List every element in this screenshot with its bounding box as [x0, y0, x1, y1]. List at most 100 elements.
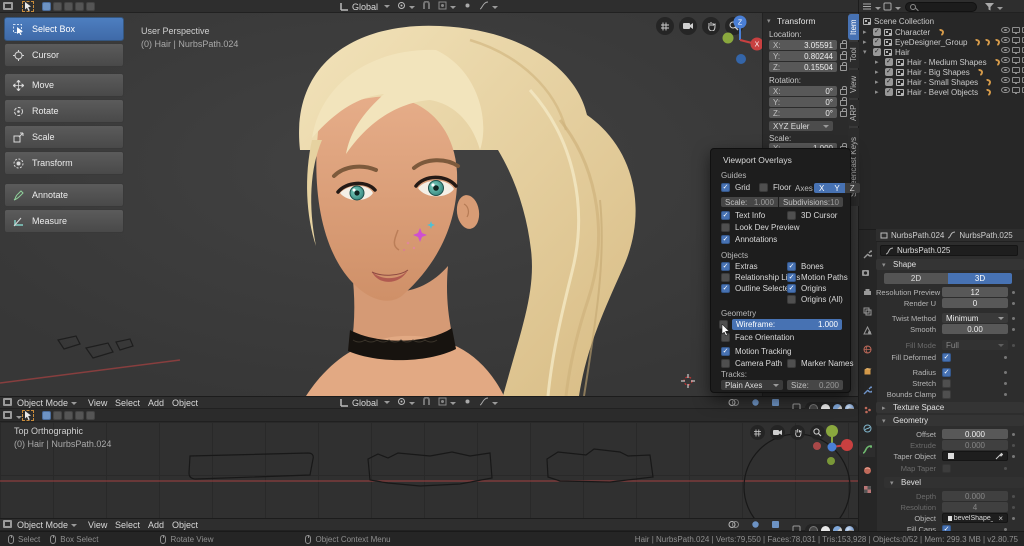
collection-checkbox[interactable]	[885, 78, 893, 86]
texture-space-section-header[interactable]: ▸Texture Space	[876, 402, 1024, 413]
disable-viewport-icon[interactable]	[1012, 47, 1020, 53]
menu-object[interactable]: Object	[172, 398, 198, 408]
outliner-display-mode-button[interactable]	[883, 2, 901, 13]
fill-mode-dropdown[interactable]: Full	[942, 340, 1008, 350]
select-mode-new[interactable]	[42, 411, 51, 420]
pivot-point-dropdown[interactable]	[397, 397, 415, 408]
proportional-falloff-dropdown[interactable]	[479, 397, 498, 408]
properties-tab-view-layer[interactable]	[859, 303, 875, 319]
npanel-tab-item[interactable]: Item	[848, 14, 859, 40]
menu-view[interactable]: View	[88, 398, 107, 408]
properties-tab-physics[interactable]	[859, 420, 875, 436]
animate-dot[interactable]	[1012, 328, 1015, 331]
tool-rotate[interactable]: Rotate	[4, 99, 124, 123]
collection-checkbox[interactable]	[885, 68, 893, 76]
properties-tab-world[interactable]	[859, 341, 875, 357]
collection-checkbox[interactable]	[885, 58, 893, 66]
fill-deformed-checkbox[interactable]	[942, 353, 951, 362]
outliner-row-eyedesigner-group[interactable]: ▸ EyeDesigner_Group	[863, 37, 1000, 47]
outliner-row-hair-medium[interactable]: ▸ Hair - Medium Shapes	[875, 57, 1000, 67]
snap-settings-dropdown[interactable]	[438, 397, 456, 408]
animate-dot[interactable]	[1012, 455, 1015, 458]
lock-icon[interactable]	[840, 89, 847, 95]
disable-viewport-icon[interactable]	[1012, 77, 1020, 83]
rotation-z-field[interactable]: Z:0°	[769, 108, 837, 118]
collection-checkbox[interactable]	[873, 28, 881, 36]
location-z-field[interactable]: Z:0.15504	[769, 62, 837, 72]
menu-select[interactable]: Select	[115, 398, 140, 408]
bevel-object-field[interactable]: bevelShape_3.001 ×	[942, 513, 1008, 523]
select-mode-intersect[interactable]	[86, 411, 95, 420]
animate-dot[interactable]	[1012, 291, 1015, 294]
active-tool-icon[interactable]	[22, 410, 34, 421]
outliner-row-hair-bevel[interactable]: ▸ Hair - Bevel Objects	[875, 87, 991, 97]
bevel-resolution-field[interactable]: 4	[942, 502, 1008, 512]
animate-dot[interactable]	[1004, 382, 1007, 385]
annotations-checkbox[interactable]: Annotations	[721, 235, 777, 244]
outliner-search-input[interactable]	[905, 2, 977, 12]
outliner-editor-type-button[interactable]	[862, 2, 881, 13]
pivot-point-dropdown[interactable]	[397, 1, 415, 12]
properties-tab-tool[interactable]	[859, 246, 875, 262]
bevel-section-header[interactable]: ▾Bevel	[884, 477, 1024, 488]
npanel-tab-view[interactable]: View	[848, 70, 859, 98]
outliner-filter-button[interactable]	[985, 2, 1003, 13]
dimensions-2d-toggle[interactable]: 2D	[884, 273, 948, 284]
wireframe-slider[interactable]: Wireframe:1.000	[732, 319, 842, 330]
outliner-row-hair-big[interactable]: ▸ Hair - Big Shapes	[875, 67, 983, 77]
properties-tab-object[interactable]	[859, 363, 875, 379]
select-mode-invert[interactable]	[75, 2, 84, 11]
pan-view-button[interactable]	[790, 425, 805, 440]
outliner-row-scene-collection[interactable]: Scene Collection	[863, 16, 934, 26]
collapse-arrow-icon[interactable]: ▾	[863, 48, 870, 56]
expand-arrow-icon[interactable]: ▸	[863, 28, 870, 36]
expand-arrow-icon[interactable]: ▸	[875, 58, 882, 66]
npanel-tab-tool[interactable]: Tool	[848, 42, 859, 68]
disable-viewport-icon[interactable]	[1012, 37, 1020, 43]
data-name-field[interactable]: NurbsPath.025	[880, 245, 1018, 256]
disable-viewport-icon[interactable]	[1012, 87, 1020, 93]
collection-checkbox[interactable]	[873, 48, 881, 56]
face-orientation-checkbox[interactable]: Face Orientation	[721, 333, 794, 342]
properties-tab-modifiers[interactable]	[859, 382, 875, 398]
properties-tab-output[interactable]	[859, 284, 875, 300]
animate-dot[interactable]	[1012, 506, 1015, 509]
axis-z-toggle[interactable]: Z	[845, 183, 860, 193]
twist-method-dropdown[interactable]: Minimum	[942, 313, 1008, 323]
select-mode-invert[interactable]	[75, 411, 84, 420]
lock-icon[interactable]	[840, 100, 847, 106]
tool-move[interactable]: Move	[4, 73, 124, 97]
properties-tab-render[interactable]	[859, 265, 875, 281]
hide-viewport-icon[interactable]	[1001, 77, 1010, 83]
disable-viewport-icon[interactable]	[1012, 27, 1020, 33]
editor-type-button[interactable]	[3, 520, 13, 531]
outliner-row-character[interactable]: ▸ Character	[863, 27, 944, 37]
active-tool-dropdown[interactable]	[3, 411, 22, 422]
taper-object-field[interactable]	[942, 451, 1008, 461]
rotation-y-field[interactable]: Y:0°	[769, 97, 837, 107]
toggle-xray-button[interactable]	[750, 425, 765, 440]
marker-names-checkbox[interactable]: Marker Names	[787, 359, 853, 368]
expand-arrow-icon[interactable]: ▸	[863, 38, 870, 46]
disable-viewport-icon[interactable]	[1012, 67, 1020, 73]
outliner-row-hair[interactable]: ▾ Hair	[863, 47, 910, 57]
tracks-type-dropdown[interactable]: Plain Axes	[721, 380, 783, 390]
show-overlays-dropdown[interactable]	[728, 520, 747, 531]
navigation-gizmo[interactable]	[810, 424, 854, 476]
menu-view[interactable]: View	[88, 520, 107, 530]
smooth-field[interactable]: 0.00	[942, 324, 1008, 334]
lock-icon[interactable]	[840, 65, 847, 71]
tool-annotate[interactable]: Annotate	[4, 183, 124, 207]
select-mode-new[interactable]	[42, 2, 51, 11]
hide-viewport-icon[interactable]	[1001, 47, 1010, 53]
navigation-gizmo[interactable]: Z X	[716, 14, 762, 66]
tool-measure[interactable]: Measure	[4, 209, 124, 233]
menu-select[interactable]: Select	[115, 520, 140, 530]
collection-checkbox[interactable]	[885, 88, 893, 96]
render-u-field[interactable]: 0	[942, 298, 1008, 308]
grid-subdivisions-field[interactable]: Subdivisions:10	[779, 197, 843, 207]
map-taper-checkbox[interactable]	[942, 464, 951, 473]
active-tool-icon[interactable]	[22, 1, 34, 12]
proportional-editing-icon[interactable]	[463, 397, 472, 408]
mode-dropdown[interactable]: Object Mode	[17, 398, 77, 408]
